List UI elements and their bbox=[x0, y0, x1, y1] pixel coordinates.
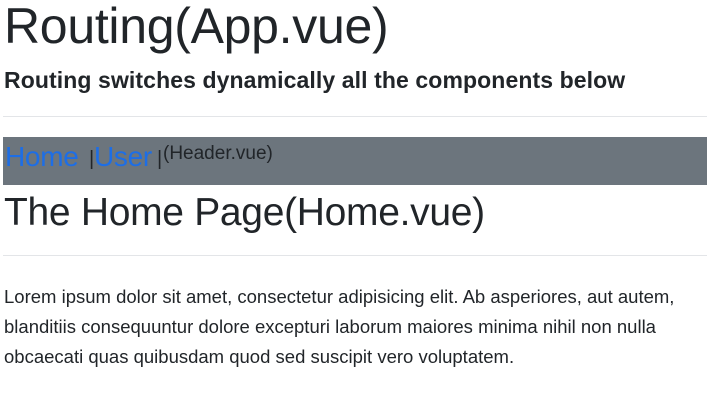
header-component-note: (Header.vue) bbox=[163, 143, 273, 164]
header-bar: Home | User | (Header.vue) bbox=[3, 137, 707, 185]
page-title: The Home Page(Home.vue) bbox=[4, 191, 485, 234]
nav-link-home[interactable]: Home bbox=[5, 137, 79, 177]
divider-top bbox=[3, 116, 707, 117]
nav-separator: | bbox=[157, 148, 163, 170]
divider-content bbox=[3, 255, 707, 256]
nav-link-user[interactable]: User bbox=[94, 137, 152, 177]
app-subtitle: Routing switches dynamically all the com… bbox=[4, 67, 626, 93]
app-title: Routing(App.vue) bbox=[4, 0, 389, 54]
page-body-text: Lorem ipsum dolor sit amet, consectetur … bbox=[4, 286, 675, 367]
